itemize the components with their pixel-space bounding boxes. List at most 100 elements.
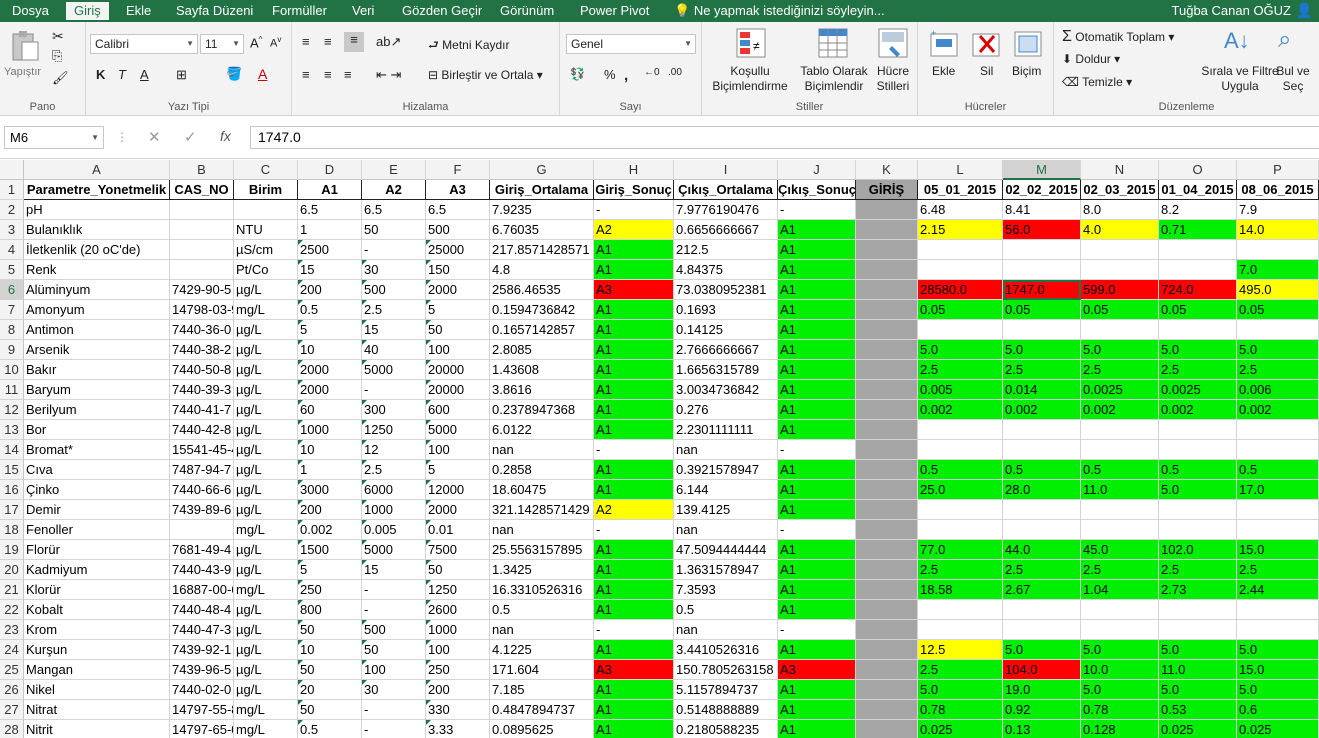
table-cell[interactable]: nan <box>674 620 778 640</box>
table-cell[interactable]: nan <box>490 440 594 460</box>
merge-center-button[interactable]: ⊟ Birleştir ve Ortala ▾ <box>428 68 543 82</box>
table-cell[interactable]: 2.15 <box>918 220 1003 240</box>
table-cell[interactable] <box>1159 420 1237 440</box>
table-cell[interactable]: µg/L <box>234 280 298 300</box>
table-cell[interactable]: 7440-38-2 <box>170 340 234 360</box>
tab-page-layout[interactable]: Sayfa Düzeni <box>166 0 263 22</box>
table-cell[interactable]: 0.5 <box>1003 460 1081 480</box>
paste-button[interactable]: Yapıştır <box>4 66 41 78</box>
table-cell[interactable]: 28580.0 <box>918 280 1003 300</box>
table-cell[interactable]: Bromat* <box>24 440 170 460</box>
header-cell[interactable]: 01_04_2015 <box>1159 180 1237 200</box>
table-cell[interactable]: A1 <box>594 700 674 720</box>
table-cell[interactable]: A1 <box>778 720 856 738</box>
table-cell[interactable]: 50 <box>362 220 426 240</box>
table-cell[interactable]: 7440-47-3 <box>170 620 234 640</box>
table-cell[interactable]: 6.5 <box>298 200 362 220</box>
align-bottom-icon[interactable]: ≡ <box>344 32 364 52</box>
column-header-e[interactable]: E <box>362 160 426 180</box>
table-cell[interactable]: 200 <box>298 280 362 300</box>
table-cell[interactable] <box>234 200 298 220</box>
table-cell[interactable]: 7.3593 <box>674 580 778 600</box>
table-cell[interactable]: 50 <box>298 620 362 640</box>
table-cell[interactable]: A3 <box>778 660 856 680</box>
table-cell[interactable]: µg/L <box>234 640 298 660</box>
table-cell[interactable] <box>1081 440 1159 460</box>
table-cell[interactable] <box>1081 600 1159 620</box>
table-cell[interactable]: 7.9235 <box>490 200 594 220</box>
table-cell[interactable]: 2.73 <box>1159 580 1237 600</box>
table-cell[interactable] <box>856 420 918 440</box>
row-header-20[interactable]: 20 <box>0 560 24 580</box>
table-cell[interactable]: 2.5 <box>362 460 426 480</box>
table-cell[interactable]: 7429-90-5 <box>170 280 234 300</box>
table-cell[interactable]: 0.05 <box>1081 300 1159 320</box>
table-cell[interactable]: 5.0 <box>1159 640 1237 660</box>
table-cell[interactable]: A1 <box>594 720 674 738</box>
table-cell[interactable] <box>1003 600 1081 620</box>
table-cell[interactable] <box>1159 520 1237 540</box>
select-all-corner[interactable] <box>0 160 24 180</box>
table-cell[interactable]: 5.0 <box>1237 680 1319 700</box>
table-cell[interactable]: A1 <box>778 680 856 700</box>
table-cell[interactable]: 100 <box>362 660 426 680</box>
table-cell[interactable]: 7440-41-7 <box>170 400 234 420</box>
table-cell[interactable] <box>918 420 1003 440</box>
table-cell[interactable] <box>856 280 918 300</box>
table-cell[interactable]: 50 <box>426 320 490 340</box>
table-cell[interactable]: 2.5 <box>1159 560 1237 580</box>
column-header-i[interactable]: I <box>674 160 778 180</box>
table-cell[interactable] <box>856 200 918 220</box>
table-cell[interactable]: 100 <box>426 640 490 660</box>
table-cell[interactable]: A1 <box>594 320 674 340</box>
header-cell[interactable]: Giriş_Sonuç <box>594 180 674 200</box>
column-header-g[interactable]: G <box>490 160 594 180</box>
table-cell[interactable]: µS/cm <box>234 240 298 260</box>
table-cell[interactable]: µg/L <box>234 320 298 340</box>
table-cell[interactable]: 7439-92-1 <box>170 640 234 660</box>
table-cell[interactable]: 14797-65-0 <box>170 720 234 738</box>
decrease-decimal-icon[interactable]: .00 <box>668 67 682 78</box>
table-cell[interactable]: 600 <box>426 400 490 420</box>
row-header-24[interactable]: 24 <box>0 640 24 660</box>
table-cell[interactable]: 12 <box>362 440 426 460</box>
table-cell[interactable]: 0.5 <box>298 720 362 738</box>
table-cell[interactable]: 0.025 <box>1159 720 1237 738</box>
table-cell[interactable]: 6.76035 <box>490 220 594 240</box>
table-cell[interactable]: Krom <box>24 620 170 640</box>
table-cell[interactable] <box>170 240 234 260</box>
table-cell[interactable]: nan <box>674 520 778 540</box>
format-painter-icon[interactable]: 🖌 <box>52 70 69 86</box>
table-cell[interactable]: 0.1594736842 <box>490 300 594 320</box>
header-cell[interactable]: Çıkış_Sonuç <box>778 180 856 200</box>
table-cell[interactable]: 2.5 <box>1081 560 1159 580</box>
autosum-button[interactable]: Σ Otomatik Toplam ▾ <box>1062 28 1174 46</box>
formula-input[interactable]: 1747.0 <box>250 126 1319 149</box>
table-cell[interactable]: 0.6656666667 <box>674 220 778 240</box>
table-cell[interactable] <box>856 400 918 420</box>
table-cell[interactable]: 0.05 <box>918 300 1003 320</box>
table-cell[interactable]: A1 <box>594 240 674 260</box>
table-cell[interactable]: 20000 <box>426 380 490 400</box>
table-cell[interactable]: 2.5 <box>1081 360 1159 380</box>
table-cell[interactable]: 73.0380952381 <box>674 280 778 300</box>
table-cell[interactable]: 599.0 <box>1081 280 1159 300</box>
table-cell[interactable]: 2.2301111111 <box>674 420 778 440</box>
align-left-icon[interactable]: ≡ <box>302 67 310 82</box>
table-cell[interactable] <box>1081 320 1159 340</box>
table-cell[interactable] <box>856 560 918 580</box>
table-cell[interactable]: 5.1157894737 <box>674 680 778 700</box>
table-cell[interactable]: 0.6 <box>1237 700 1319 720</box>
table-cell[interactable]: 50 <box>298 660 362 680</box>
table-cell[interactable]: µg/L <box>234 340 298 360</box>
row-header-19[interactable]: 19 <box>0 540 24 560</box>
table-cell[interactable]: 50 <box>362 640 426 660</box>
table-cell[interactable]: 8.0 <box>1081 200 1159 220</box>
table-cell[interactable]: - <box>362 600 426 620</box>
table-cell[interactable]: 5.0 <box>1159 340 1237 360</box>
table-cell[interactable] <box>1081 420 1159 440</box>
table-cell[interactable] <box>1003 420 1081 440</box>
wrap-text-button[interactable]: ⮐ Metni Kaydır <box>428 36 510 57</box>
tab-formulas[interactable]: Formüller <box>262 0 337 22</box>
table-cell[interactable] <box>1081 240 1159 260</box>
